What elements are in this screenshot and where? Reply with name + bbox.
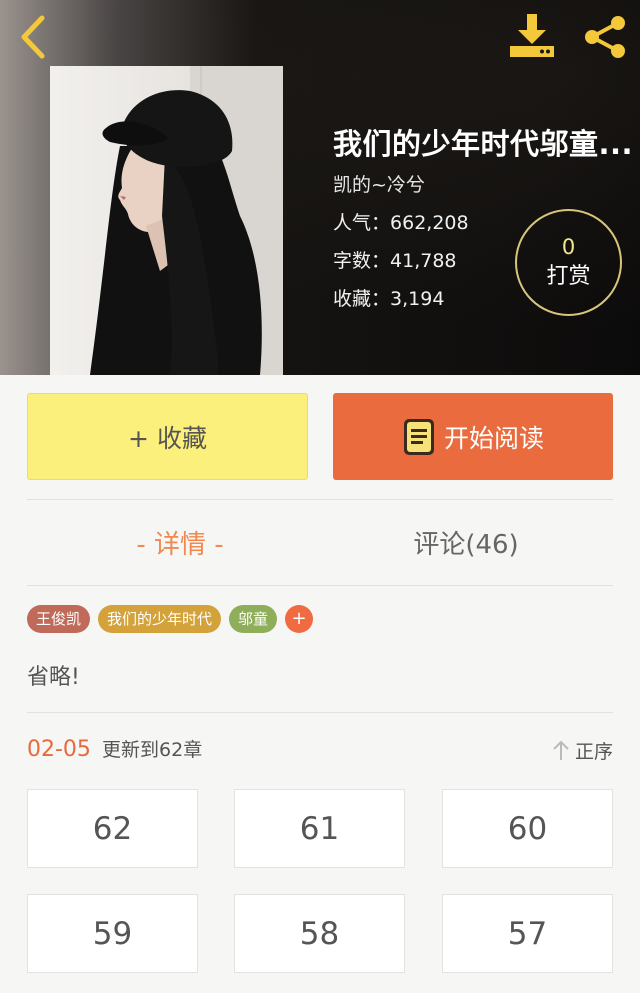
start-reading-label: 开始阅读 xyxy=(443,423,544,453)
divider xyxy=(27,712,613,713)
add-tag-button[interactable]: + xyxy=(285,605,314,633)
download-button[interactable] xyxy=(506,12,560,60)
chapter-button[interactable]: 62 xyxy=(27,789,198,868)
download-icon xyxy=(510,14,554,57)
tab-details[interactable]: - 详情 - xyxy=(80,522,280,568)
tag-wu-tong[interactable]: 邬童 xyxy=(229,605,278,633)
divider xyxy=(27,499,613,500)
book-author[interactable]: 凯的~冷兮 xyxy=(333,172,633,198)
book-summary: 省略! xyxy=(27,665,80,690)
update-text: 更新到62章 xyxy=(102,739,203,761)
chapter-button[interactable]: 61 xyxy=(234,789,405,868)
tag-list: 王俊凯 我们的少年时代 邬童 + xyxy=(27,605,314,633)
share-button[interactable] xyxy=(580,14,630,60)
chapter-button[interactable]: 60 xyxy=(442,789,613,868)
tip-label: 打赏 xyxy=(546,263,591,289)
tag-our-youth[interactable]: 我们的少年时代 xyxy=(98,605,222,633)
start-reading-button[interactable]: 开始阅读 xyxy=(333,393,613,480)
book-detail-page: 我们的少年时代邬童... 凯的~冷兮 人气：662,208 字数：41,788 … xyxy=(0,0,640,993)
update-info: 02-05 更新到62章 正序 xyxy=(27,735,613,765)
chapter-button[interactable]: 58 xyxy=(234,894,405,973)
tip-button[interactable]: 0 打赏 xyxy=(515,209,622,316)
share-icon xyxy=(585,16,625,58)
tag-wang-junkai[interactable]: 王俊凯 xyxy=(27,605,91,633)
book-header: 我们的少年时代邬童... 凯的~冷兮 人气：662,208 字数：41,788 … xyxy=(0,0,640,375)
chapter-button[interactable]: 59 xyxy=(27,894,198,973)
arrow-up-icon xyxy=(553,740,569,760)
back-button[interactable] xyxy=(12,12,56,62)
chevron-left-icon xyxy=(21,15,45,59)
tab-comments[interactable]: 评论(46) xyxy=(366,522,566,568)
divider xyxy=(27,585,613,586)
collect-button[interactable]: + 收藏 xyxy=(27,393,308,480)
book-title: 我们的少年时代邬童... xyxy=(333,127,634,161)
cover-photo-illustration xyxy=(90,66,283,375)
book-cover-image[interactable] xyxy=(50,66,283,375)
update-date: 02-05 xyxy=(27,737,91,762)
book-icon xyxy=(403,418,434,455)
sort-order-label: 正序 xyxy=(574,740,613,763)
chapter-button[interactable]: 57 xyxy=(442,894,613,973)
sort-order-button[interactable]: 正序 xyxy=(551,735,613,765)
tip-count: 0 xyxy=(561,234,576,259)
